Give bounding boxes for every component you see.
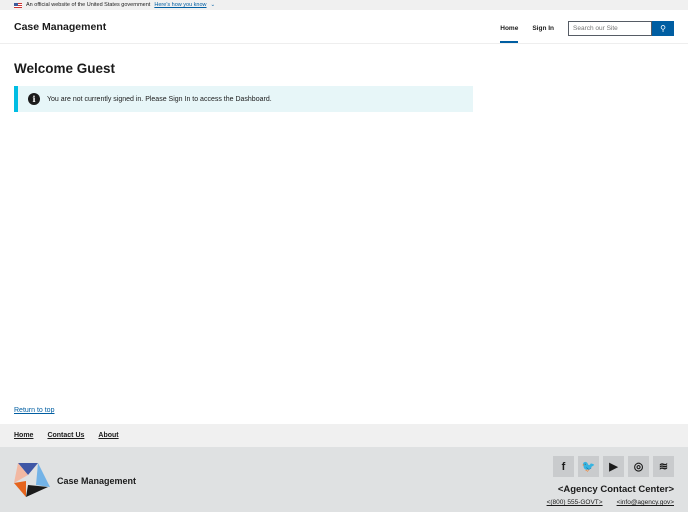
how-you-know-link[interactable]: Here’s how you know bbox=[154, 2, 206, 8]
footer-title: Case Management bbox=[57, 476, 137, 486]
search-icon: ⚲ bbox=[660, 24, 666, 33]
site-header: Case Management Home Sign In ⚲ bbox=[0, 10, 688, 44]
twitter-icon[interactable]: 🐦 bbox=[578, 456, 599, 477]
site-title[interactable]: Case Management bbox=[14, 21, 106, 33]
search-input[interactable] bbox=[568, 21, 652, 36]
phone-link[interactable]: <(800) 555-GOVT> bbox=[547, 499, 603, 506]
nav-home[interactable]: Home bbox=[500, 22, 519, 43]
agency-logo bbox=[14, 463, 50, 497]
email-link[interactable]: <info@agency.gov> bbox=[617, 499, 674, 506]
youtube-icon[interactable]: ▶ bbox=[603, 456, 624, 477]
nav-sign-in[interactable]: Sign In bbox=[532, 22, 554, 36]
page-title: Welcome Guest bbox=[14, 61, 116, 76]
search-form: ⚲ bbox=[568, 21, 674, 36]
gov-banner: An official website of the United States… bbox=[0, 0, 688, 10]
social-links: f 🐦 ▶ ◎ ≋ bbox=[553, 456, 674, 477]
instagram-icon[interactable]: ◎ bbox=[628, 456, 649, 477]
footer-nav-contact[interactable]: Contact Us bbox=[47, 432, 84, 439]
footer-contacts: <(800) 555-GOVT> <info@agency.gov> bbox=[547, 499, 674, 506]
footer-secondary: Case Management f 🐦 ▶ ◎ ≋ <Agency Contac… bbox=[0, 447, 688, 512]
alert-text: You are not currently signed in. Please … bbox=[47, 95, 272, 103]
footer-nav-home[interactable]: Home bbox=[14, 432, 33, 439]
footer-nav-about[interactable]: About bbox=[98, 432, 118, 439]
us-flag-icon bbox=[14, 2, 22, 8]
search-button[interactable]: ⚲ bbox=[652, 21, 674, 36]
facebook-icon[interactable]: f bbox=[553, 456, 574, 477]
chevron-down-icon: ⌄ bbox=[210, 2, 216, 8]
info-alert: i You are not currently signed in. Pleas… bbox=[14, 86, 473, 112]
info-icon: i bbox=[28, 93, 40, 105]
rss-icon[interactable]: ≋ bbox=[653, 456, 674, 477]
primary-nav: Home Sign In ⚲ bbox=[500, 21, 674, 43]
banner-text: An official website of the United States… bbox=[26, 2, 151, 8]
contact-center-heading: <Agency Contact Center> bbox=[557, 484, 674, 495]
return-to-top-link[interactable]: Return to top bbox=[14, 407, 54, 414]
footer-nav: Home Contact Us About bbox=[0, 424, 688, 447]
